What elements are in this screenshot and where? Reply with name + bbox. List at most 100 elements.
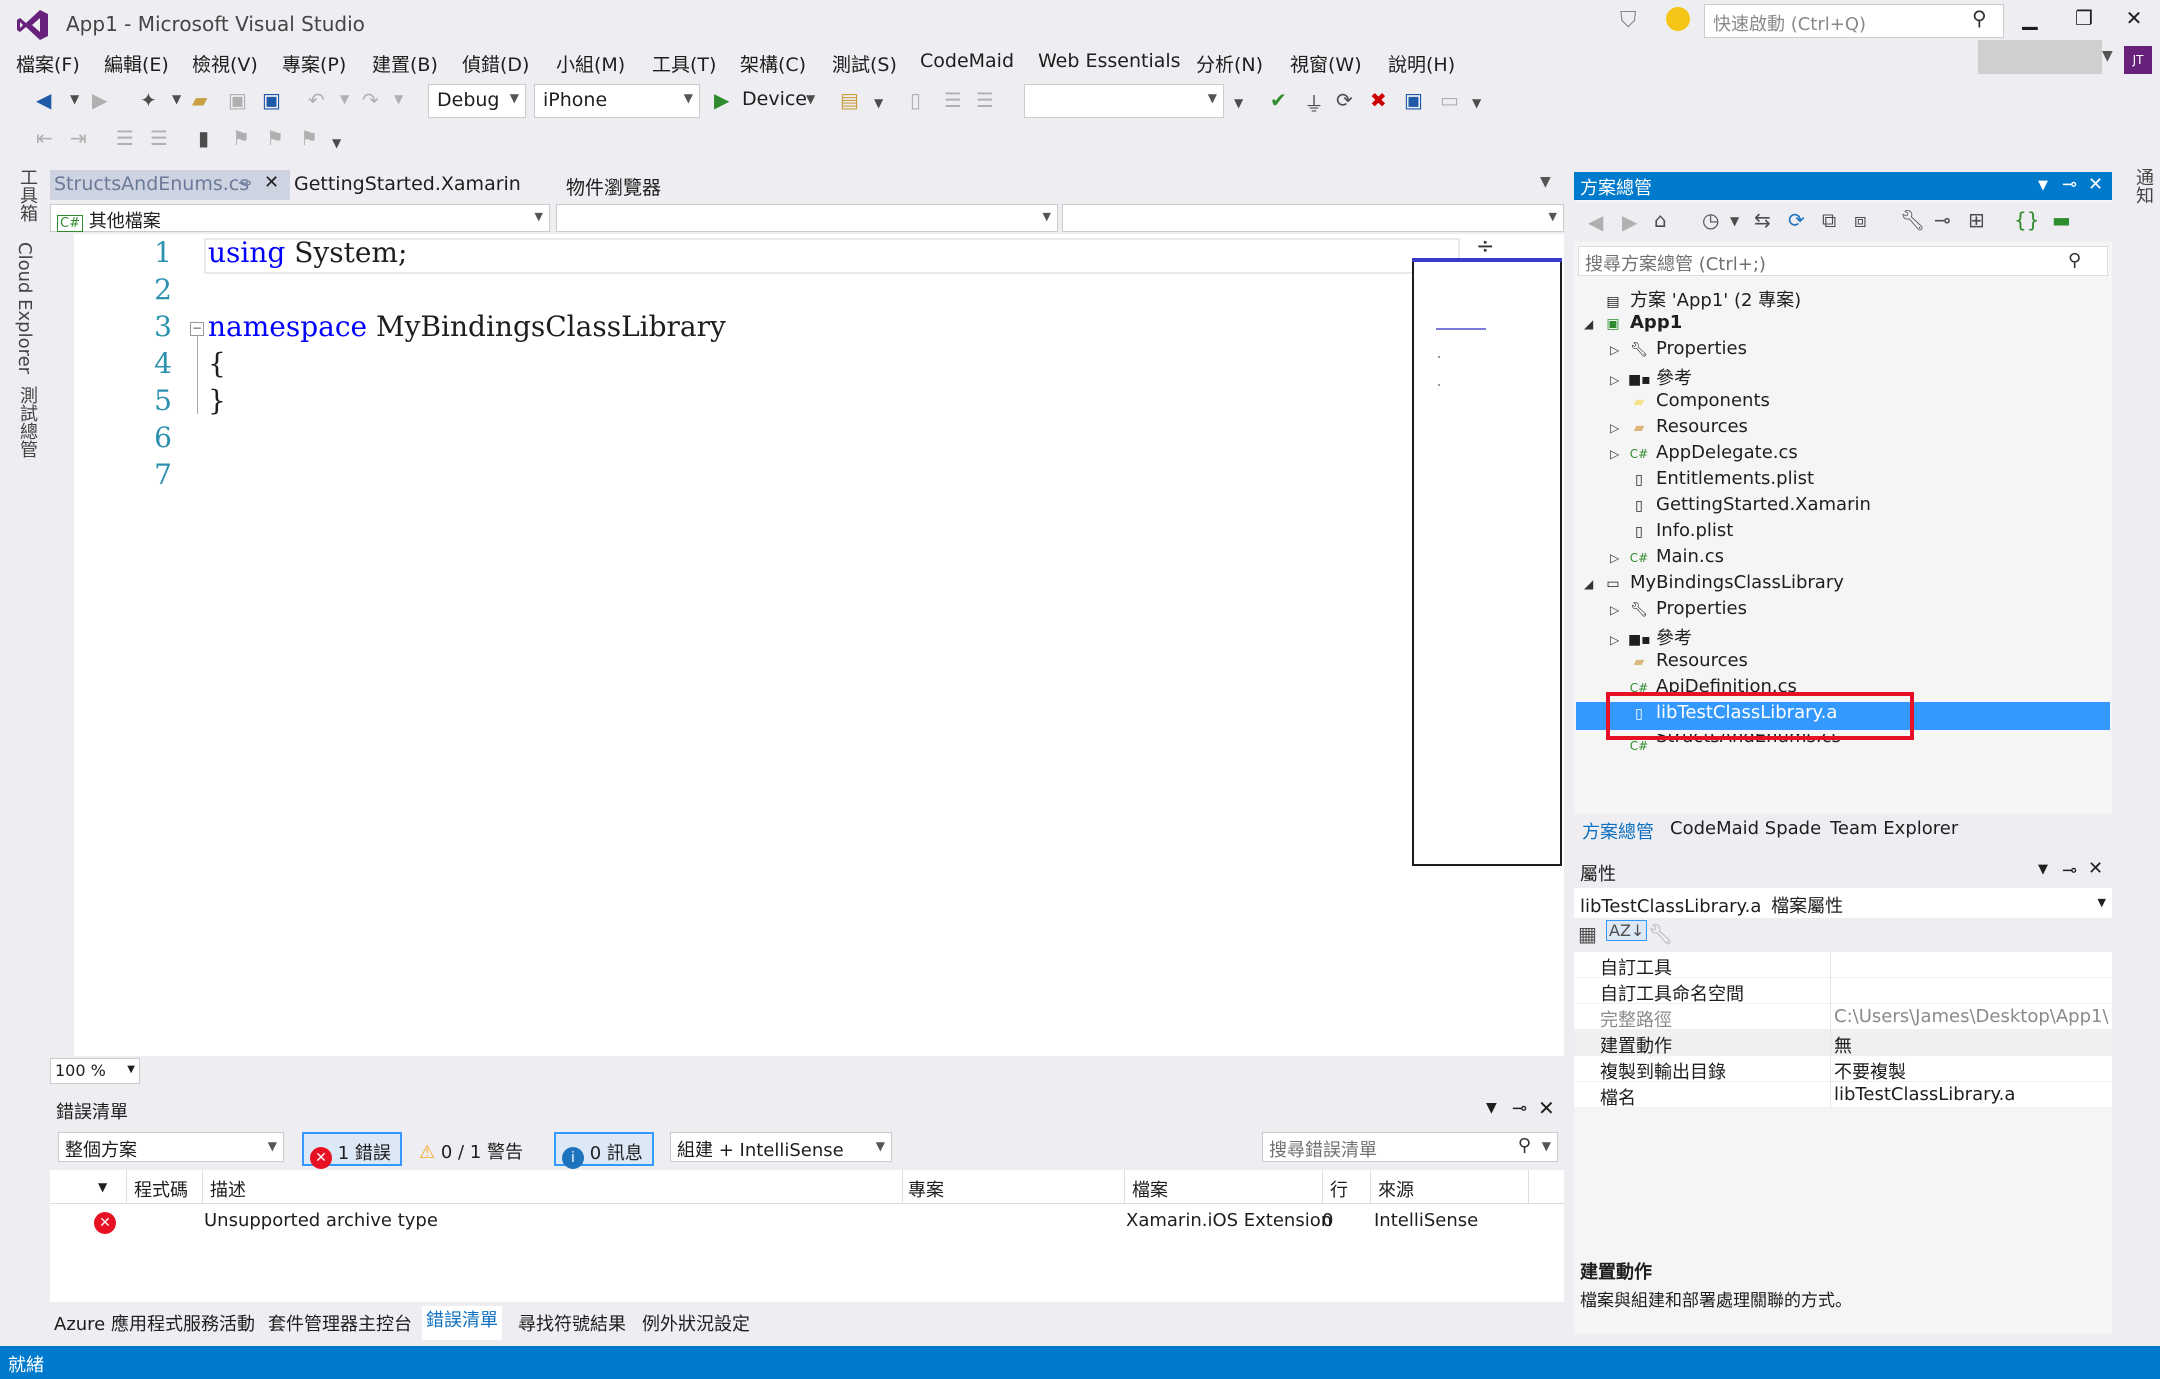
- menu-web-essentials[interactable]: Web Essentials: [1038, 50, 1181, 72]
- scrollbar-minimap[interactable]: [1412, 260, 1562, 866]
- send-feedback-icon[interactable]: [1666, 7, 1690, 31]
- tree-item[interactable]: ▷ ■▪ 參考: [1610, 364, 1692, 390]
- cloud-explorer-tab[interactable]: Cloud Explorer: [14, 242, 35, 374]
- back-icon[interactable]: ◀: [1588, 210, 1603, 234]
- close-icon[interactable]: ✕: [2088, 174, 2103, 195]
- chevron-down-icon[interactable]: ▼: [394, 92, 403, 106]
- test-explorer-tab[interactable]: 測試總管: [14, 386, 40, 458]
- chevron-down-icon[interactable]: ▼: [2102, 48, 2113, 64]
- categorized-icon[interactable]: ▦: [1578, 922, 1597, 946]
- class-diagram-icon[interactable]: ⊞: [1968, 208, 1985, 232]
- toolbox-tab[interactable]: 工具箱: [14, 168, 40, 222]
- zoom-select[interactable]: 100 % ▼: [50, 1058, 140, 1084]
- menu-codemaid[interactable]: CodeMaid: [920, 50, 1014, 72]
- solution-configuration-select[interactable]: Debug ▼: [428, 84, 526, 118]
- device-log-icon[interactable]: ▣: [1404, 88, 1423, 112]
- document-icon[interactable]: ▯: [910, 88, 921, 112]
- run-target-label[interactable]: Device: [742, 88, 807, 110]
- close-icon[interactable]: ✕: [1538, 1096, 1555, 1120]
- pending-changes-icon[interactable]: ⊸: [1934, 208, 1951, 232]
- forward-icon[interactable]: ▶: [92, 88, 107, 112]
- chevron-down-icon[interactable]: ▼: [340, 92, 349, 106]
- type-dropdown[interactable]: ▼: [556, 204, 1058, 232]
- start-debugging-icon[interactable]: ▶: [714, 88, 729, 112]
- expand-arrow-icon[interactable]: ▷: [1610, 603, 1628, 617]
- menu-project[interactable]: 專案(P): [282, 50, 346, 77]
- save-icon[interactable]: ▣: [228, 88, 247, 112]
- pin-icon[interactable]: ⊸: [2062, 174, 2077, 195]
- tab-azure-activity[interactable]: Azure 應用程式服務活動: [54, 1310, 255, 1336]
- history-icon[interactable]: ◷: [1702, 208, 1719, 232]
- solution-explorer-search-input[interactable]: 搜尋方案總管 (Ctrl+;): [1578, 246, 2108, 276]
- chevron-down-icon[interactable]: ▼: [1486, 1100, 1497, 1116]
- error-list-search-input[interactable]: 搜尋錯誤清單 ⚲ ▼: [1262, 1132, 1558, 1162]
- property-row-selected[interactable]: 建置動作 無: [1574, 1030, 2112, 1057]
- undo-icon[interactable]: ↶: [308, 88, 325, 112]
- tab-package-manager[interactable]: 套件管理器主控台: [268, 1310, 412, 1336]
- save-all-icon[interactable]: ▣: [262, 88, 281, 112]
- pin-icon[interactable]: ⊸: [1512, 1098, 1527, 1119]
- redo-icon[interactable]: ↷: [362, 88, 379, 112]
- quick-launch-input[interactable]: 快速啟動 (Ctrl+Q): [1704, 4, 2004, 38]
- outdent-icon[interactable]: ⇥: [70, 126, 87, 150]
- collapse-arrow-icon[interactable]: ◢: [1584, 317, 1602, 331]
- chevron-down-icon[interactable]: ▼: [874, 96, 883, 110]
- chevron-down-icon[interactable]: ▼: [1472, 96, 1481, 110]
- forward-icon[interactable]: ▶: [1622, 210, 1637, 234]
- next-bookmark-icon[interactable]: ⚑: [266, 126, 284, 150]
- notifications-tab[interactable]: 通知: [2130, 168, 2156, 204]
- feedback-filter-icon[interactable]: ⛉: [1620, 8, 1637, 33]
- show-all-files-icon[interactable]: ⧈: [1854, 208, 1867, 232]
- comment-lines-icon[interactable]: ☰: [116, 126, 134, 150]
- messages-filter-button[interactable]: i 0 訊息: [554, 1132, 654, 1169]
- collapse-outline-icon[interactable]: −: [190, 322, 204, 336]
- error-scope-select[interactable]: 整個方案 ▼: [58, 1132, 284, 1162]
- close-icon[interactable]: ✕: [264, 172, 279, 193]
- solution-platform-select[interactable]: iPhone ▼: [534, 84, 700, 118]
- tree-item[interactable]: ▷ 🔧︎ Properties: [1610, 598, 1747, 624]
- column-line[interactable]: 行: [1330, 1176, 1348, 1202]
- tab-solution-explorer[interactable]: 方案總管: [1582, 818, 1654, 844]
- stop-icon[interactable]: ✖: [1370, 88, 1387, 112]
- property-row[interactable]: 檔名 libTestClassLibrary.a: [1574, 1082, 2112, 1109]
- avatar[interactable]: JT: [2124, 46, 2152, 74]
- restore-button[interactable]: ❐: [2064, 6, 2104, 36]
- expand-arrow-icon[interactable]: ▷: [1610, 633, 1628, 647]
- menu-edit[interactable]: 編輯(E): [104, 50, 169, 77]
- member-dropdown[interactable]: ▼: [1062, 204, 1564, 232]
- tree-item[interactable]: ▷ C# AppDelegate.cs: [1610, 442, 1798, 468]
- tree-item[interactable]: ▯ Info.plist: [1610, 520, 1733, 546]
- property-row[interactable]: 自訂工具: [1574, 952, 2112, 979]
- errors-filter-button[interactable]: ✕ 1 錯誤: [302, 1132, 402, 1169]
- property-pages-icon[interactable]: 🔧︎: [1648, 922, 1673, 946]
- tree-item[interactable]: ▯ GettingStarted.Xamarin: [1610, 494, 1871, 520]
- back-icon[interactable]: ◀: [36, 88, 51, 112]
- chevron-down-icon[interactable]: ▼: [2038, 862, 2048, 877]
- alphabetical-icon[interactable]: AZ↓: [1606, 920, 1648, 941]
- code-editor[interactable]: 1 2 3 4 5 6 7 − using System; namespace …: [50, 234, 1564, 1056]
- tree-item[interactable]: ◢ ▭ MyBindingsClassLibrary: [1584, 572, 1844, 598]
- tab-object-browser[interactable]: 物件瀏覽器: [562, 170, 665, 200]
- minus-icon[interactable]: ▬: [2052, 208, 2071, 232]
- expand-arrow-icon[interactable]: ▷: [1610, 373, 1628, 387]
- tab-codemaid-spade[interactable]: CodeMaid Spade: [1670, 818, 1821, 839]
- chevron-down-icon[interactable]: ▼: [172, 92, 181, 106]
- collapse-all-icon[interactable]: ⧉: [1822, 208, 1836, 232]
- codemaid-icon[interactable]: {}: [2014, 208, 2039, 232]
- tree-item[interactable]: ▷ 🔧︎ Properties: [1610, 338, 1747, 364]
- chevron-down-icon[interactable]: ▼: [2038, 178, 2048, 193]
- sync-icon[interactable]: ⇆: [1754, 208, 1771, 232]
- project-dropdown[interactable]: C# 其他檔案 ▼: [50, 204, 550, 232]
- previous-bookmark-icon[interactable]: ⚑: [232, 126, 250, 150]
- tab-find-symbol-results[interactable]: 尋找符號結果: [518, 1310, 626, 1336]
- menu-help[interactable]: 說明(H): [1388, 50, 1455, 77]
- pin-icon[interactable]: ⊸: [238, 173, 251, 192]
- indent-icon[interactable]: ⇤: [36, 126, 53, 150]
- uncomment-icon[interactable]: ☰: [976, 88, 994, 112]
- minimize-button[interactable]: ▁: [2010, 6, 2050, 36]
- tree-item[interactable]: ◢ ▣ App1: [1584, 312, 1682, 338]
- collapse-arrow-icon[interactable]: ◢: [1584, 577, 1602, 591]
- home-icon[interactable]: ⌂: [1654, 208, 1667, 232]
- plug-icon[interactable]: ⏚: [1304, 88, 1324, 117]
- tree-item[interactable]: ▤ 方案 'App1' (2 專案): [1584, 286, 1801, 312]
